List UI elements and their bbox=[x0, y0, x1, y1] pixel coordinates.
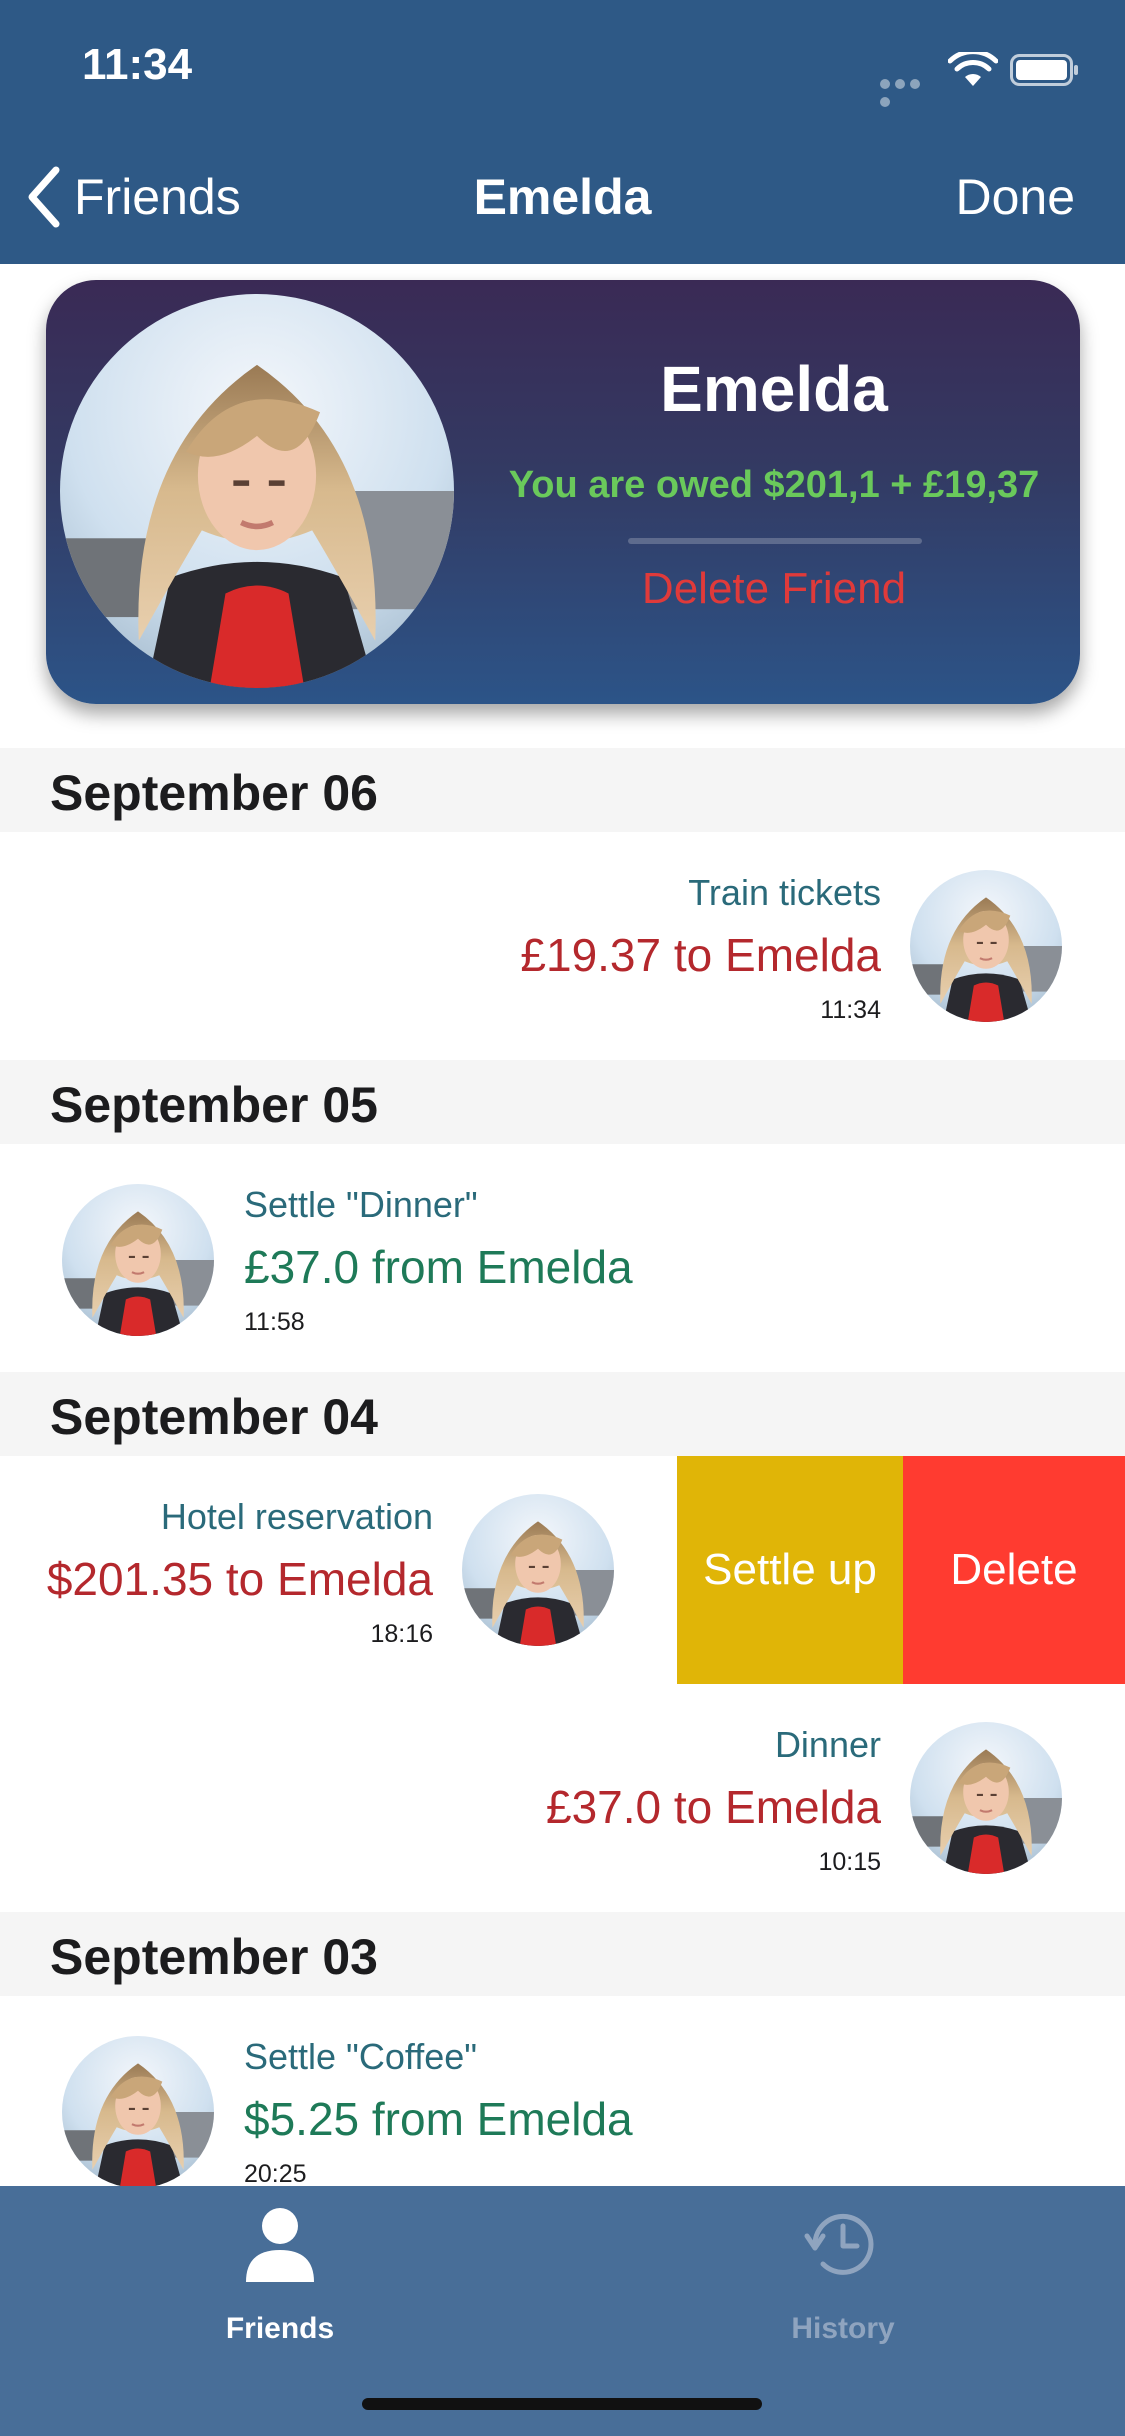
transaction-amount: £37.0 to Emelda bbox=[545, 1781, 881, 1833]
transaction-time: 18:16 bbox=[370, 1620, 433, 1648]
wifi-icon bbox=[948, 52, 998, 86]
battery-icon bbox=[1010, 54, 1078, 86]
transaction-row[interactable]: Dinner £37.0 to Emelda 10:15 bbox=[0, 1684, 1125, 1912]
transaction-time: 11:34 bbox=[820, 996, 881, 1024]
transaction-description: Settle "Dinner" bbox=[244, 1184, 478, 1225]
home-indicator bbox=[362, 2398, 762, 2410]
status-time: 11:34 bbox=[82, 40, 193, 89]
transaction-amount: $201.35 to Emelda bbox=[46, 1553, 433, 1605]
transaction-time: 11:58 bbox=[244, 1308, 305, 1336]
delete-transaction-button[interactable]: Delete bbox=[903, 1456, 1125, 1684]
transaction-amount: $5.25 from Emelda bbox=[244, 2093, 633, 2145]
transaction-description: Hotel reservation bbox=[160, 1496, 433, 1537]
navigation-bar: 11:34 Friends Emelda Done bbox=[0, 0, 1125, 264]
owed-summary: You are owed $201,1 + £19,37 bbox=[508, 464, 1040, 506]
transaction-row[interactable]: Settle "Dinner" £37.0 from Emelda 11:58 bbox=[0, 1144, 1125, 1372]
section-header: September 05 bbox=[0, 1060, 1125, 1144]
section-header: September 06 bbox=[0, 748, 1125, 832]
section-header: September 04 bbox=[0, 1372, 1125, 1456]
transaction-row[interactable]: Train tickets £19.37 to Emelda 11:34 bbox=[0, 832, 1125, 1060]
avatar bbox=[910, 870, 1062, 1022]
transaction-time: 10:15 bbox=[818, 1848, 881, 1876]
delete-friend-button[interactable]: Delete Friend bbox=[454, 564, 1094, 614]
section-header: September 03 bbox=[0, 1912, 1125, 1996]
transaction-amount: £37.0 from Emelda bbox=[244, 1241, 633, 1293]
done-button[interactable]: Done bbox=[955, 168, 1075, 226]
back-button-label: Friends bbox=[74, 169, 241, 225]
transaction-description: Settle "Coffee" bbox=[244, 2036, 478, 2077]
tab-history[interactable]: History bbox=[693, 2204, 993, 2354]
cellular-signal-icon bbox=[880, 76, 936, 107]
transaction-amount: £19.37 to Emelda bbox=[520, 929, 881, 981]
section-date: September 04 bbox=[50, 1389, 378, 1445]
avatar bbox=[62, 2036, 214, 2188]
tab-label: History bbox=[791, 2312, 895, 2345]
transaction-description: Dinner bbox=[774, 1724, 881, 1765]
profile-avatar bbox=[60, 294, 454, 688]
clock-history-icon bbox=[804, 2213, 874, 2275]
tab-friends[interactable]: Friends bbox=[130, 2204, 430, 2354]
section-date: September 03 bbox=[50, 1929, 378, 1985]
settle-up-button[interactable]: Settle up bbox=[677, 1456, 903, 1684]
transaction-row-swiped[interactable]: Hotel reservation $201.35 to Emelda 18:1… bbox=[0, 1456, 1125, 1684]
section-date: September 06 bbox=[50, 765, 378, 821]
chevron-left-icon bbox=[28, 166, 60, 228]
avatar bbox=[910, 1722, 1062, 1874]
profile-name: Emelda bbox=[660, 353, 888, 425]
avatar bbox=[462, 1494, 614, 1646]
tab-label: Friends bbox=[225, 2312, 335, 2345]
person-icon bbox=[246, 2208, 314, 2282]
avatar bbox=[62, 1184, 214, 1336]
divider bbox=[628, 538, 922, 544]
section-date: September 05 bbox=[50, 1077, 378, 1133]
transaction-description: Train tickets bbox=[688, 872, 881, 913]
back-button[interactable]: Friends bbox=[24, 162, 241, 232]
transaction-time: 20:25 bbox=[244, 2160, 307, 2188]
